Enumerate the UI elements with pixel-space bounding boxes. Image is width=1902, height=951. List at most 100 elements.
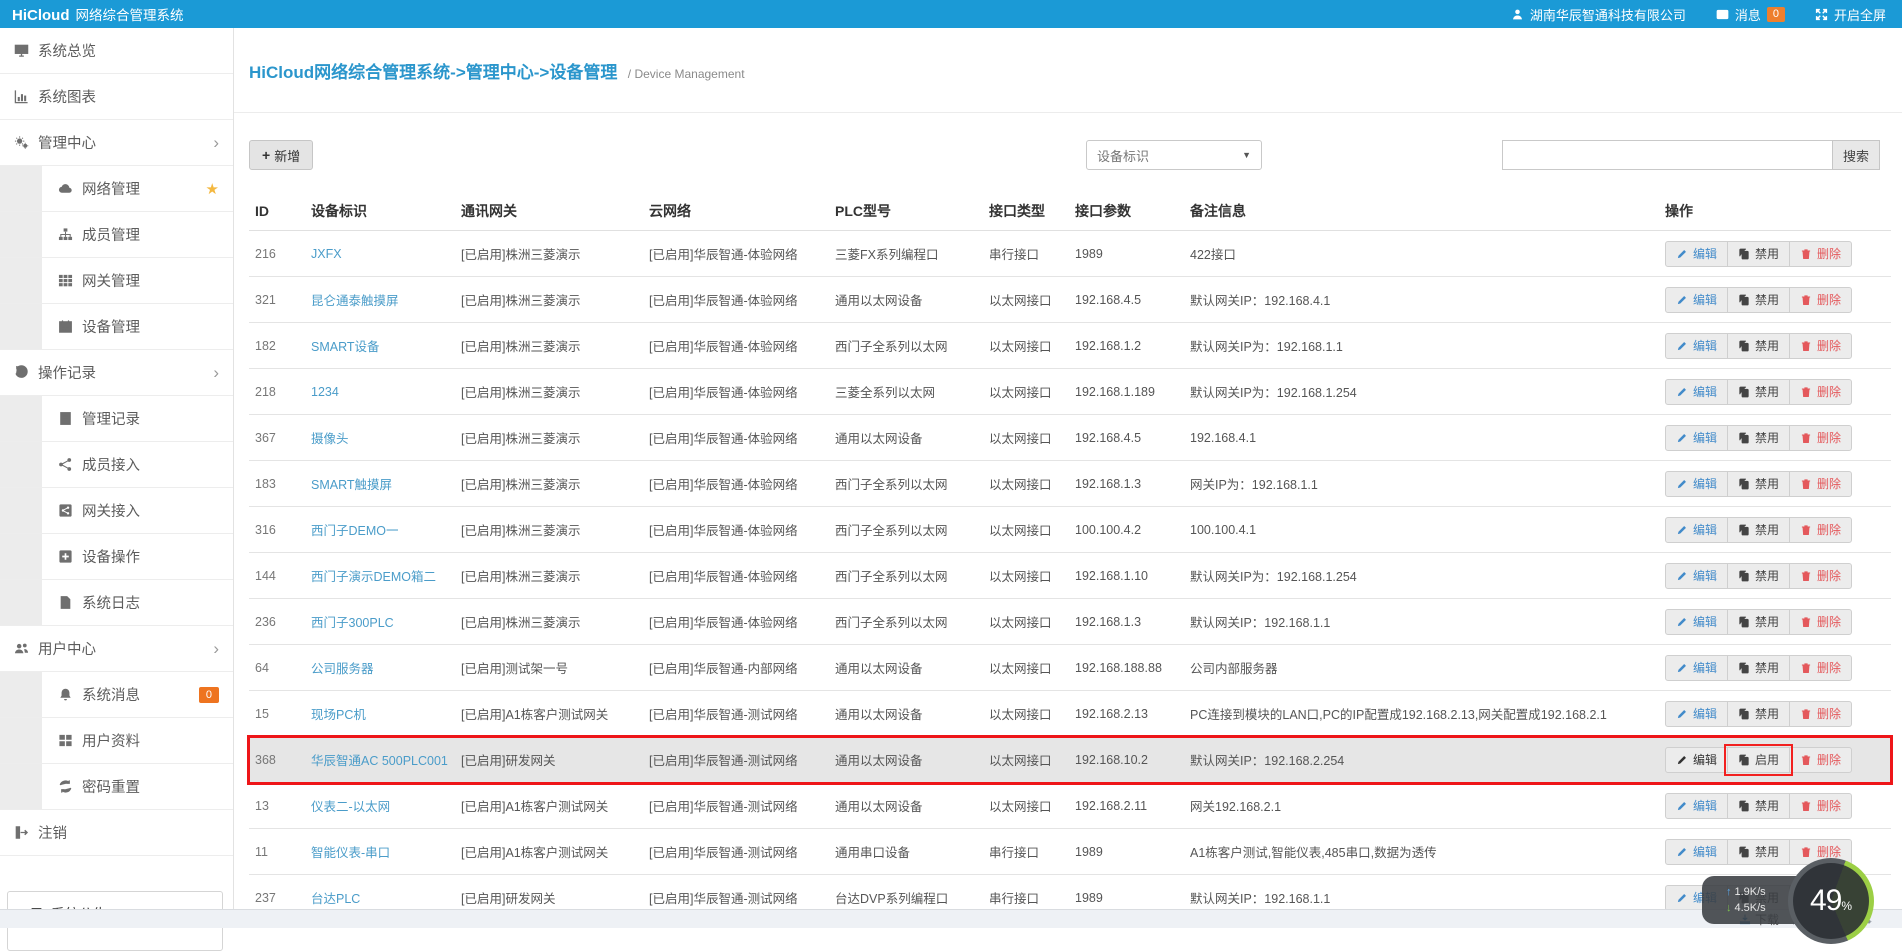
- sidebar-item-网络管理[interactable]: 网络管理 ★: [0, 166, 233, 212]
- edit-button[interactable]: 编辑: [1665, 562, 1729, 589]
- disable-button[interactable]: 禁用: [1727, 470, 1791, 497]
- sidebar-item-网关接入[interactable]: 网关接入: [0, 488, 233, 534]
- device-name-link[interactable]: 公司服务器: [311, 662, 374, 676]
- sidebar-item-系统消息[interactable]: 系统消息 0: [0, 672, 233, 718]
- delete-button[interactable]: 删除: [1789, 700, 1853, 727]
- device-name-link[interactable]: 西门子300PLC: [311, 616, 394, 630]
- cell-interface-param: 1989: [1069, 230, 1184, 277]
- page-subtitle: / Device Management: [627, 67, 745, 81]
- device-name-link[interactable]: 台达PLC: [311, 892, 360, 906]
- delete-button[interactable]: 删除: [1789, 516, 1853, 543]
- cell-gateway: [已启用]A1栋客户测试网关: [455, 828, 643, 875]
- pencil-icon: [1676, 294, 1688, 306]
- delete-button[interactable]: 删除: [1789, 286, 1853, 313]
- disable-button[interactable]: 禁用: [1727, 562, 1791, 589]
- device-name-link[interactable]: 1234: [311, 385, 339, 399]
- sidebar: 系统总览 系统图表 管理中心 › 网络管理 ★ 成员管理 网关管理 设备管理 操作记录 › 管理记录成…: [0, 28, 234, 951]
- device-name-link[interactable]: SMART设备: [311, 340, 380, 354]
- device-name-link[interactable]: 西门子演示DEMO箱二: [311, 570, 436, 584]
- company-menu[interactable]: 湖南华辰智通科技有限公司: [1511, 5, 1686, 24]
- delete-button[interactable]: 删除: [1789, 470, 1853, 497]
- delete-button[interactable]: 删除: [1789, 424, 1853, 451]
- memory-usage-widget[interactable]: 49 %: [1788, 858, 1874, 944]
- sidebar-item-网关管理[interactable]: 网关管理: [0, 258, 233, 304]
- device-name-link[interactable]: 昆仑通泰触摸屏: [311, 294, 399, 308]
- device-row-64: 64 公司服务器 [已启用]测试架一号 [已启用]华辰智通-内部网络 通用以太网设备 以太…: [249, 644, 1891, 691]
- add-device-button[interactable]: + 新增: [249, 140, 314, 170]
- search-field-dropdown[interactable]: 设备标识 ▼: [1086, 140, 1262, 170]
- sidebar-item-系统总览[interactable]: 系统总览: [0, 28, 233, 74]
- messages-menu[interactable]: 消息 0: [1716, 5, 1785, 24]
- device-row-321: 321 昆仑通泰触摸屏 [已启用]株洲三菱演示 [已启用]华辰智通-体验网络 通用以太网…: [249, 276, 1891, 323]
- device-name-link[interactable]: 华辰智通AC 500PLC001: [311, 754, 448, 768]
- disable-button[interactable]: 禁用: [1727, 838, 1791, 865]
- disable-button[interactable]: 禁用: [1727, 516, 1791, 543]
- device-name-link[interactable]: 现场PC机: [311, 708, 366, 722]
- delete-button[interactable]: 删除: [1789, 378, 1853, 405]
- sidebar-item-设备操作[interactable]: 设备操作: [0, 534, 233, 580]
- sidebar-item-设备管理[interactable]: 设备管理: [0, 304, 233, 350]
- edit-button[interactable]: 编辑: [1665, 516, 1729, 543]
- sidebar-item-系统日志[interactable]: 系统日志: [0, 580, 233, 626]
- edit-button[interactable]: 编辑: [1665, 746, 1729, 773]
- delete-button[interactable]: 删除: [1789, 792, 1853, 819]
- disable-button[interactable]: 禁用: [1727, 424, 1791, 451]
- sidebar-item-操作记录[interactable]: 操作记录 ›: [0, 350, 233, 396]
- delete-button[interactable]: 删除: [1789, 608, 1853, 635]
- trash-icon: [1800, 432, 1812, 444]
- edit-button[interactable]: 编辑: [1665, 608, 1729, 635]
- trash-icon: [1800, 800, 1812, 812]
- search-button[interactable]: 搜索: [1832, 140, 1880, 170]
- edit-button[interactable]: 编辑: [1665, 378, 1729, 405]
- disable-button[interactable]: 禁用: [1727, 654, 1791, 681]
- disable-button[interactable]: 禁用: [1727, 700, 1791, 727]
- disable-button[interactable]: 禁用: [1727, 286, 1791, 313]
- sidebar-item-成员接入[interactable]: 成员接入: [0, 442, 233, 488]
- device-name-link[interactable]: SMART触摸屏: [311, 478, 392, 492]
- sidebar-item-用户资料[interactable]: 用户资料: [0, 718, 233, 764]
- disable-button[interactable]: 禁用: [1727, 378, 1791, 405]
- delete-button[interactable]: 删除: [1789, 654, 1853, 681]
- cell-cloud-network: [已启用]华辰智通-体验网络: [643, 414, 829, 461]
- delete-button[interactable]: 删除: [1789, 332, 1853, 359]
- fullscreen-button[interactable]: 开启全屏: [1815, 5, 1886, 24]
- edit-button[interactable]: 编辑: [1665, 470, 1729, 497]
- sidebar-item-管理中心[interactable]: 管理中心 ›: [0, 120, 233, 166]
- sidebar-item-成员管理[interactable]: 成员管理: [0, 212, 233, 258]
- sidebar-item-密码重置[interactable]: 密码重置: [0, 764, 233, 810]
- cell-plc-model: 三菱全系列以太网: [829, 368, 983, 415]
- device-name-link[interactable]: 智能仪表-串口: [311, 846, 390, 860]
- edit-button[interactable]: 编辑: [1665, 332, 1729, 359]
- edit-button[interactable]: 编辑: [1665, 700, 1729, 727]
- edit-button[interactable]: 编辑: [1665, 286, 1729, 313]
- device-name-link[interactable]: 西门子DEMO一: [311, 524, 399, 538]
- edit-button[interactable]: 编辑: [1665, 792, 1729, 819]
- sidebar-item-注销[interactable]: 注销: [0, 810, 233, 856]
- delete-button[interactable]: 删除: [1789, 562, 1853, 589]
- chevron-right-icon: ›: [213, 133, 219, 152]
- edit-button[interactable]: 编辑: [1665, 424, 1729, 451]
- edit-button[interactable]: 编辑: [1665, 838, 1729, 865]
- edit-button[interactable]: 编辑: [1665, 654, 1729, 681]
- enable-button[interactable]: 启用: [1724, 743, 1794, 776]
- sidebar-item-用户中心[interactable]: 用户中心 ›: [0, 626, 233, 672]
- delete-button[interactable]: 删除: [1789, 746, 1853, 773]
- disable-button[interactable]: 禁用: [1727, 792, 1791, 819]
- device-name-link[interactable]: 仪表二-以太网: [311, 800, 390, 814]
- sidebar-item-系统图表[interactable]: 系统图表: [0, 74, 233, 120]
- edit-button[interactable]: 编辑: [1665, 240, 1729, 267]
- sidebar-item-label: 用户中心: [38, 642, 96, 658]
- delete-button[interactable]: 删除: [1789, 240, 1853, 267]
- search-input[interactable]: [1502, 140, 1832, 170]
- arrow-down-icon: ↓: [1726, 902, 1732, 914]
- disable-button[interactable]: 禁用: [1727, 608, 1791, 635]
- device-name-link[interactable]: JXFX: [311, 247, 342, 261]
- device-name-link[interactable]: 摄像头: [311, 432, 349, 446]
- gears-icon: [14, 135, 29, 150]
- cell-note: 默认网关IP为：192.168.1.254: [1184, 552, 1659, 599]
- disable-button[interactable]: 禁用: [1727, 240, 1791, 267]
- fullscreen-icon: [1815, 8, 1828, 21]
- copy-icon: [1738, 478, 1750, 490]
- sidebar-item-管理记录[interactable]: 管理记录: [0, 396, 233, 442]
- disable-button[interactable]: 禁用: [1727, 332, 1791, 359]
